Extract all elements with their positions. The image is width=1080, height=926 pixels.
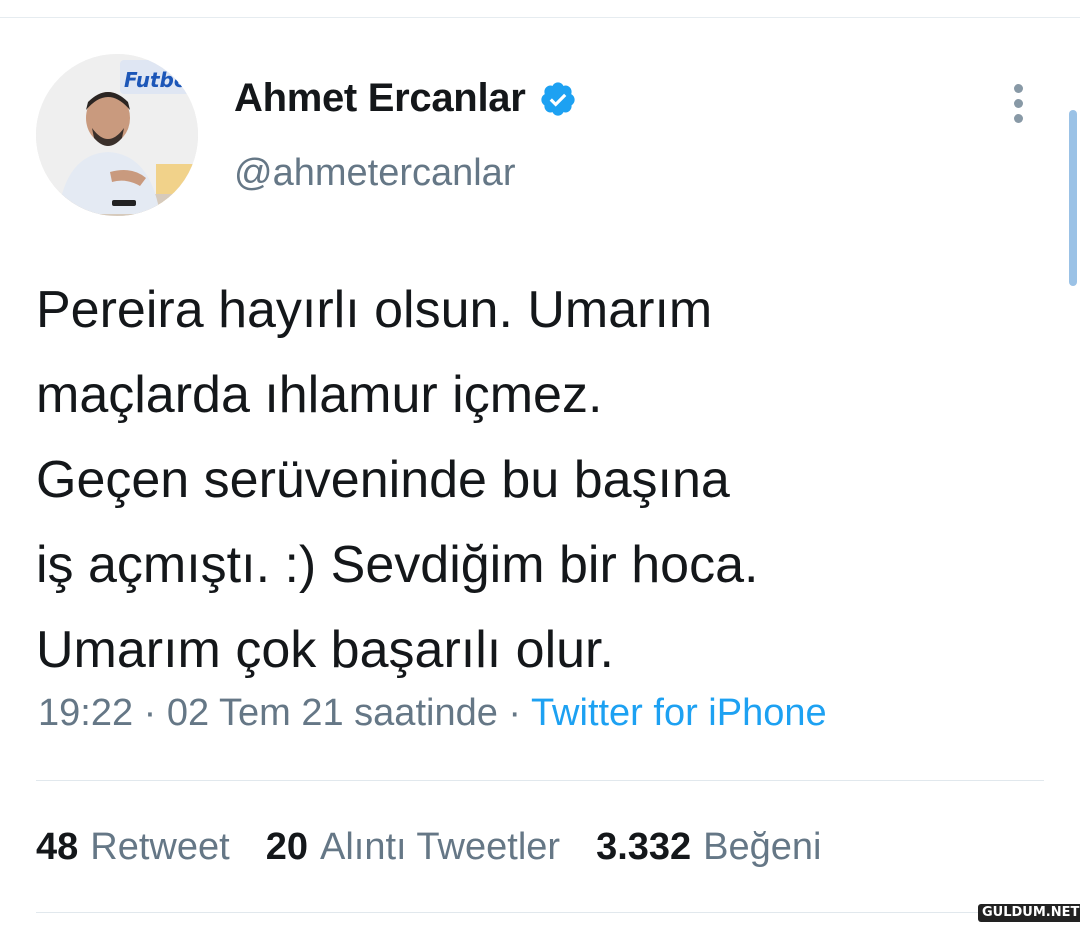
- retweets-stat[interactable]: 48 Retweet: [36, 826, 230, 869]
- avatar-image: Futbol: [36, 54, 198, 216]
- author-row: Ahmet Ercanlar: [234, 76, 577, 121]
- quotes-stat[interactable]: 20 Alıntı Tweetler: [266, 826, 560, 869]
- avatar-logo-text: Futbol: [124, 68, 196, 92]
- tweet-meta: 19:22 · 02 Tem 21 saatinde · Twitter for…: [38, 692, 827, 735]
- top-divider: [0, 17, 1080, 18]
- tweet-timestamp[interactable]: 19:22 · 02 Tem 21 saatinde ·: [38, 692, 531, 734]
- stats-divider-bottom: [36, 912, 1044, 913]
- retweets-label: Retweet: [90, 826, 230, 868]
- watermark: GULDUM.NET: [978, 904, 1080, 922]
- verified-badge-icon: [541, 81, 576, 116]
- likes-count: 3.332: [596, 826, 692, 868]
- stats-divider-top: [36, 780, 1044, 781]
- engagement-stats: 48 Retweet 20 Alıntı Tweetler 3.332 Beğeni: [36, 826, 857, 869]
- dot: [1014, 84, 1023, 93]
- handle[interactable]: @ahmetercanlar: [234, 152, 515, 195]
- tweet-source-link[interactable]: Twitter for iPhone: [531, 692, 827, 734]
- avatar[interactable]: Futbol: [36, 54, 198, 216]
- display-name[interactable]: Ahmet Ercanlar: [234, 76, 526, 121]
- tweet-text: Pereira hayırlı olsun. Umarım maçlarda ı…: [36, 281, 759, 679]
- vertical-ellipsis-icon[interactable]: [1008, 84, 1030, 124]
- likes-stat[interactable]: 3.332 Beğeni: [596, 826, 821, 869]
- quotes-count: 20: [265, 826, 308, 868]
- retweets-count: 48: [36, 826, 79, 868]
- dot: [1014, 99, 1023, 108]
- likes-label: Beğeni: [703, 826, 822, 868]
- dot: [1014, 114, 1023, 123]
- quotes-label: Alıntı Tweetler: [319, 826, 561, 868]
- scrollbar[interactable]: [1069, 110, 1077, 286]
